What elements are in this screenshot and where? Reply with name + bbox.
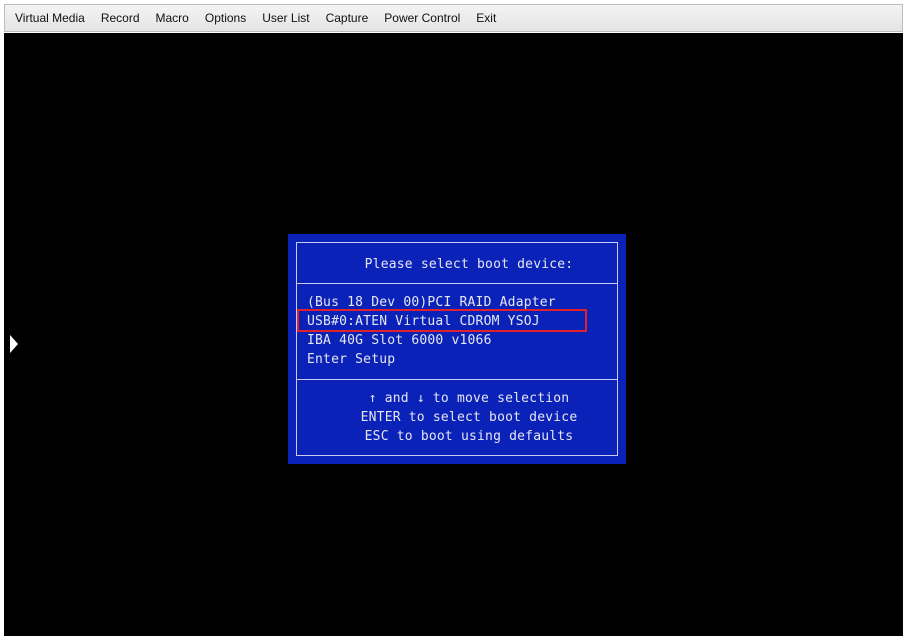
boot-device-enter-setup[interactable]: Enter Setup bbox=[307, 352, 395, 367]
menu-user-list[interactable]: User List bbox=[256, 11, 315, 25]
boot-dialog-title: Please select boot device: bbox=[364, 257, 574, 272]
help-enter-select: ENTER to select boot device bbox=[360, 410, 578, 425]
menu-record[interactable]: Record bbox=[95, 11, 146, 25]
menu-bar: Virtual Media Record Macro Options User … bbox=[4, 4, 903, 32]
boot-device-virtual-cdrom[interactable]: USB#0:ATEN Virtual CDROM YSOJ bbox=[307, 314, 540, 329]
menu-exit[interactable]: Exit bbox=[470, 11, 502, 25]
menu-macro[interactable]: Macro bbox=[150, 11, 195, 25]
boot-dialog-panel: Please select boot device: (Bus 18 Dev 0… bbox=[296, 242, 618, 456]
menu-virtual-media[interactable]: Virtual Media bbox=[9, 11, 91, 25]
divider bbox=[297, 283, 617, 284]
divider bbox=[297, 379, 617, 380]
boot-device-raid-adapter[interactable]: (Bus 18 Dev 00)PCI RAID Adapter bbox=[307, 295, 556, 310]
boot-device-iba-slot[interactable]: IBA 40G Slot 6000 v1066 bbox=[307, 333, 492, 348]
kvm-console-window: Virtual Media Record Macro Options User … bbox=[0, 0, 907, 640]
help-esc-defaults: ESC to boot using defaults bbox=[364, 429, 574, 444]
menu-power-control[interactable]: Power Control bbox=[378, 11, 466, 25]
triangle-right-icon[interactable] bbox=[10, 335, 18, 353]
help-move-selection: ↑ and ↓ to move selection bbox=[368, 391, 570, 406]
menu-capture[interactable]: Capture bbox=[320, 11, 375, 25]
boot-device-dialog: Please select boot device: (Bus 18 Dev 0… bbox=[288, 234, 626, 464]
menu-options[interactable]: Options bbox=[199, 11, 252, 25]
